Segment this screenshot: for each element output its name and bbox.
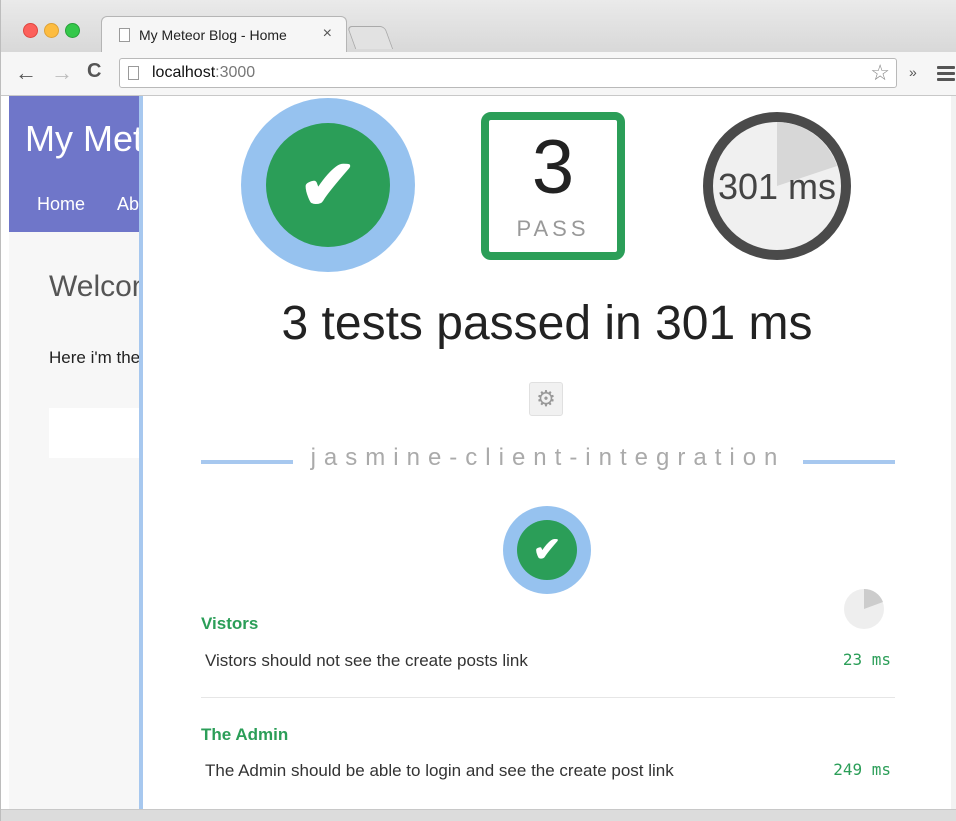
velocity-report-panel: ✔ 3 PASS 301 ms 3 tests passed in 301 ms… [139,96,951,809]
page-icon [119,28,130,42]
test-duration: 23 ms [842,650,891,669]
site-header: My Meteor Blog Home About [9,96,277,232]
close-tab-icon[interactable]: × [323,25,332,43]
gear-icon: ⚙ [536,386,556,411]
framework-status-badge: ✔ [503,506,591,594]
url-text: localhost:3000 [152,64,256,81]
test-duration: 249 ms [833,760,891,779]
page-icon [128,66,139,80]
divider-line [803,460,895,464]
overall-status-badge: ✔ [241,98,415,272]
new-tab-button[interactable] [346,26,394,49]
forward-arrow-icon[interactable]: → [51,60,73,86]
horizontal-scrollbar[interactable] [1,809,956,821]
minimize-window-button[interactable] [44,23,59,38]
vertical-scrollbar[interactable] [951,96,956,809]
tab-active[interactable]: My Meteor Blog - Home × [101,16,347,53]
address-bar[interactable]: localhost:3000 ☆ [119,58,897,88]
reload-icon[interactable]: C [87,60,101,83]
framework-name: jasmine-client-integration [310,444,786,471]
duration-timer: 301 ms [703,112,851,260]
extensions-overflow-button[interactable]: » [909,64,917,80]
intro-text: Here i'm the [49,348,141,367]
test-divider [201,697,895,698]
suite-name: Vistors [201,614,259,633]
tab-title: My Meteor Blog - Home [139,27,287,43]
suite-name: The Admin [201,725,289,744]
browser-window: My Meteor Blog - Home × ← → C localhost:… [0,0,956,821]
check-icon: ✔ [532,531,562,569]
hamburger-menu-icon[interactable] [937,66,955,84]
tab-strip: My Meteor Blog - Home × [1,0,956,53]
test-name: Vistors should not see the create posts … [205,651,528,670]
zoom-window-button[interactable] [65,23,80,38]
close-window-button[interactable] [23,23,38,38]
browser-toolbar: ← → C localhost:3000 ☆ » [1,52,956,96]
nav-link-home[interactable]: Home [37,194,85,215]
bookmark-star-icon[interactable]: ☆ [870,60,890,86]
pass-label: PASS [516,216,590,241]
divider-line [201,460,293,464]
summary-text: 3 tests passed in 301 ms [281,297,813,350]
settings-button[interactable]: ⚙ [529,382,563,416]
pass-count-box: 3 PASS [481,112,625,260]
pass-count: 3 [531,125,575,210]
back-arrow-icon[interactable]: ← [15,60,37,86]
content-box [49,408,149,458]
web-page: My Meteor Blog Home About Welcome Here i… [9,96,951,809]
mini-timer-pie-icon [844,588,884,629]
test-name: The Admin should be able to login and se… [205,761,674,780]
duration-text: 301 ms [717,166,837,207]
check-icon: ✔ [298,146,358,224]
